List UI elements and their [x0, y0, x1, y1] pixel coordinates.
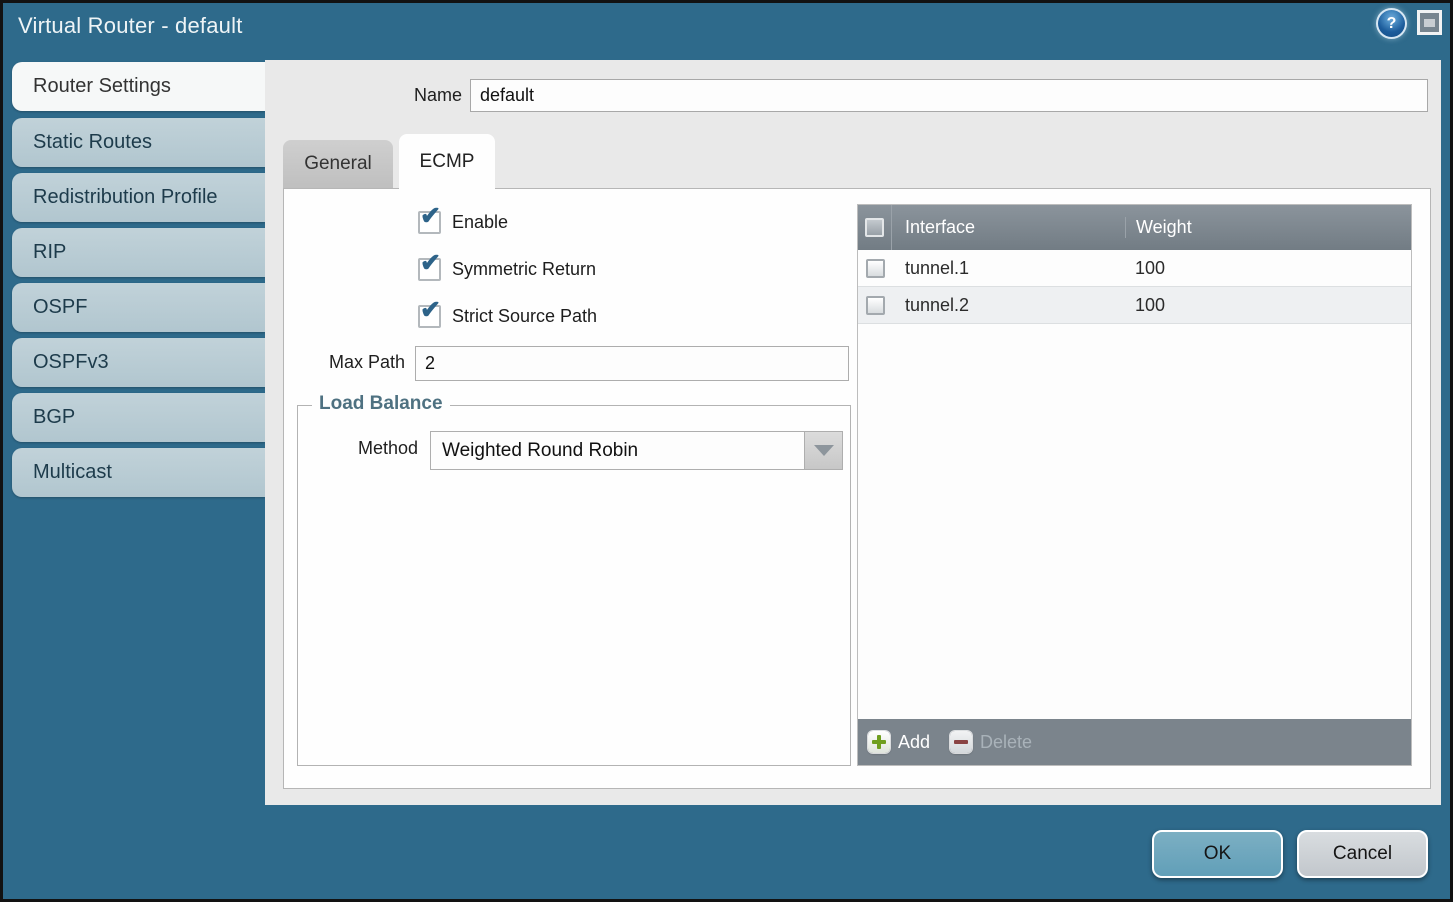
strict-source-path-row: ✔ Strict Source Path [418, 303, 597, 329]
enable-row: ✔ Enable [418, 209, 508, 235]
minus-icon [950, 731, 972, 753]
strict-source-path-label: Strict Source Path [452, 306, 597, 327]
cell-interface: tunnel.2 [892, 295, 1125, 316]
cell-weight: 100 [1125, 258, 1411, 279]
chevron-down-icon[interactable] [804, 432, 842, 469]
name-label: Name [410, 85, 462, 106]
delete-button[interactable]: Delete [950, 731, 1032, 753]
sidebar-item-ospf[interactable]: OSPF [12, 283, 265, 332]
cell-interface: tunnel.1 [892, 258, 1125, 279]
column-header-weight: Weight [1125, 217, 1411, 238]
symmetric-return-row: ✔ Symmetric Return [418, 256, 596, 282]
sidebar-item-redistribution-profile[interactable]: Redistribution Profile [12, 173, 265, 222]
sidebar-item-ospfv3[interactable]: OSPFv3 [12, 338, 265, 387]
load-balance-legend: Load Balance [312, 393, 450, 415]
strict-source-path-checkbox[interactable]: ✔ [418, 305, 441, 328]
sidebar-item-multicast[interactable]: Multicast [12, 448, 265, 497]
restore-window-icon[interactable] [1417, 10, 1442, 35]
enable-checkbox[interactable]: ✔ [418, 211, 441, 234]
load-balance-group: Load Balance Method Weighted Round Robin [297, 405, 851, 766]
content-area: Name General ECMP ✔ Enable ✔ Symmetric R… [265, 60, 1441, 805]
sidebar-item-rip[interactable]: RIP [12, 228, 265, 277]
add-label: Add [898, 732, 930, 753]
table-toolbar: Add Delete [858, 719, 1411, 765]
enable-label: Enable [452, 212, 508, 233]
max-path-input[interactable] [415, 346, 849, 381]
help-icon[interactable]: ? [1378, 10, 1405, 37]
table-row[interactable]: tunnel.2 100 [858, 287, 1411, 324]
sidebar-item-bgp[interactable]: BGP [12, 393, 265, 442]
help-glyph: ? [1387, 15, 1397, 33]
table-header: Interface Weight [858, 205, 1411, 250]
name-input[interactable] [470, 79, 1428, 112]
sidebar-item-static-routes[interactable]: Static Routes [12, 118, 265, 167]
dialog-title: Virtual Router - default [18, 13, 243, 39]
interface-table: Interface Weight tunnel.1 100 tunnel.2 1… [857, 204, 1412, 766]
tab-ecmp[interactable]: ECMP [399, 134, 495, 190]
table-empty-area [858, 324, 1411, 719]
method-dropdown[interactable]: Weighted Round Robin [430, 431, 843, 470]
ok-button[interactable]: OK [1152, 830, 1283, 878]
ecmp-tab-panel: ✔ Enable ✔ Symmetric Return ✔ Strict Sou… [283, 188, 1431, 789]
method-value: Weighted Round Robin [431, 440, 804, 462]
method-label: Method [298, 438, 418, 459]
symmetric-return-label: Symmetric Return [452, 259, 596, 280]
cell-weight: 100 [1125, 295, 1411, 316]
select-all-checkbox[interactable] [865, 218, 884, 237]
row-checkbox[interactable] [866, 259, 885, 278]
row-checkbox[interactable] [866, 296, 885, 315]
cancel-button[interactable]: Cancel [1297, 830, 1428, 878]
virtual-router-dialog: Virtual Router - default ? Router Settin… [0, 0, 1453, 902]
sidebar-item-router-settings[interactable]: Router Settings [12, 62, 265, 111]
symmetric-return-checkbox[interactable]: ✔ [418, 258, 441, 281]
checkmark-icon: ✔ [420, 251, 441, 276]
add-button[interactable]: Add [868, 731, 930, 753]
tab-general[interactable]: General [283, 140, 393, 188]
column-header-interface: Interface [892, 217, 1125, 238]
checkmark-icon: ✔ [420, 298, 441, 323]
table-row[interactable]: tunnel.1 100 [858, 250, 1411, 287]
checkmark-icon: ✔ [420, 204, 441, 229]
max-path-label: Max Path [284, 352, 405, 373]
delete-label: Delete [980, 732, 1032, 753]
plus-icon [868, 731, 890, 753]
